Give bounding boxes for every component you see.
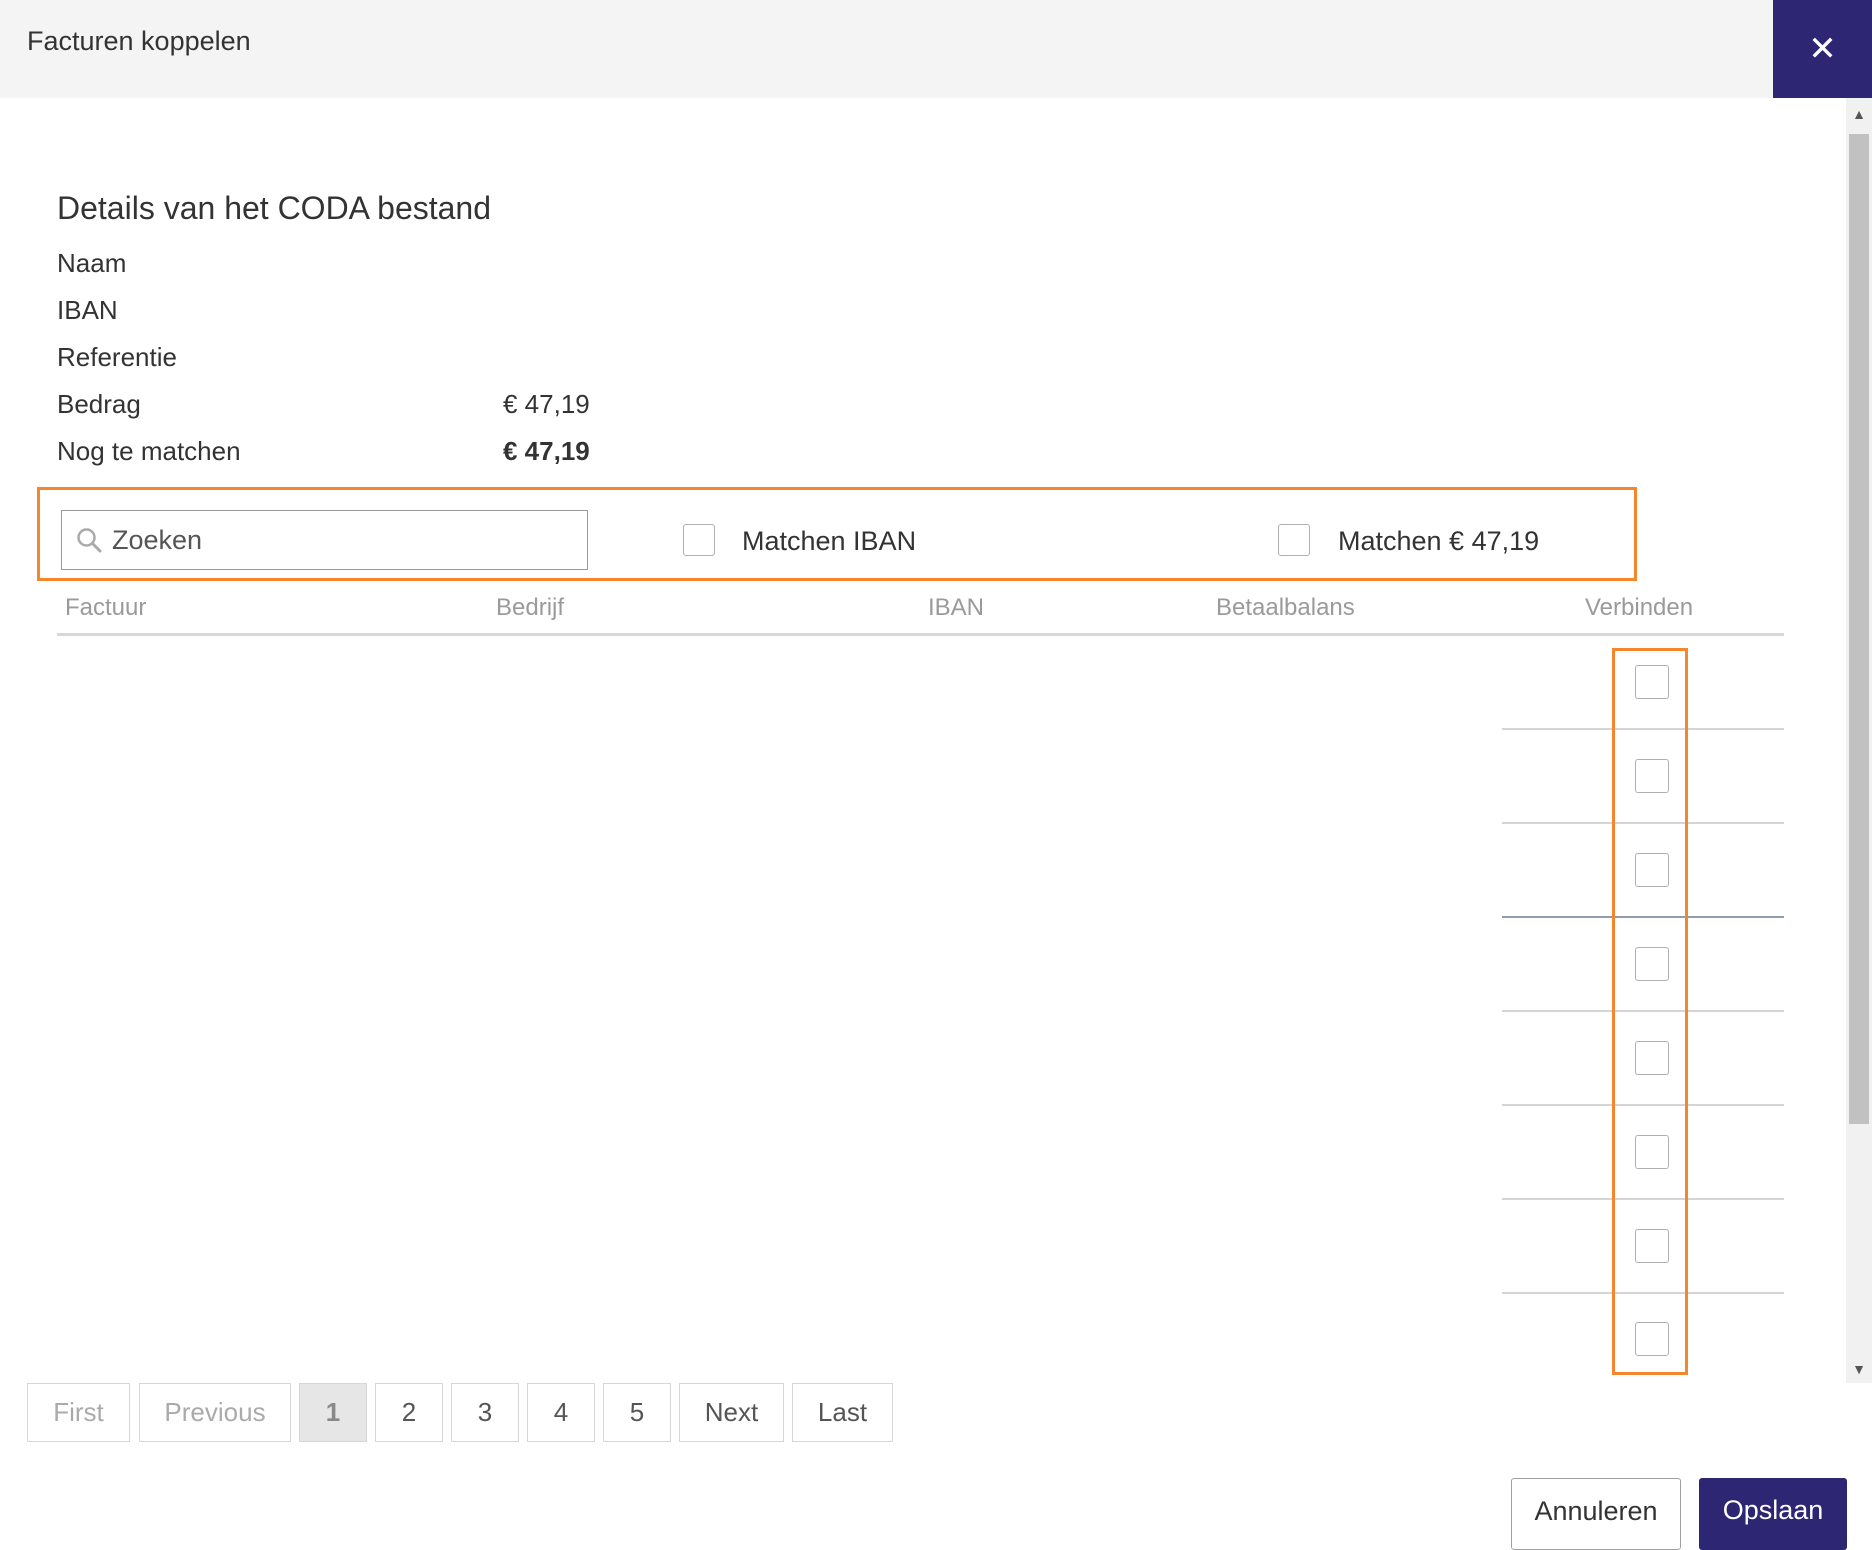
- details-title: Details van het CODA bestand: [57, 190, 492, 226]
- cancel-button[interactable]: Annuleren: [1511, 1478, 1681, 1550]
- pagination-next-button[interactable]: Next: [679, 1383, 784, 1442]
- dialog-header: Facturen koppelen ✕: [0, 0, 1872, 98]
- scrollbar[interactable]: ▲ ▼: [1846, 98, 1872, 1383]
- search-field[interactable]: [61, 510, 588, 570]
- pagination-page-5[interactable]: 5: [603, 1383, 671, 1442]
- row-connect-checkbox[interactable]: [1635, 1229, 1669, 1263]
- match-iban-checkbox[interactable]: [683, 524, 715, 556]
- detail-value: € 47,19: [503, 436, 590, 466]
- row-connect-checkbox[interactable]: [1635, 1322, 1669, 1356]
- column-header-iban[interactable]: IBAN: [928, 594, 984, 622]
- row-connect-checkbox[interactable]: [1635, 1041, 1669, 1075]
- match-amount-checkbox[interactable]: [1278, 524, 1310, 556]
- row-connect-checkbox[interactable]: [1635, 665, 1669, 699]
- row-connect-checkbox[interactable]: [1635, 947, 1669, 981]
- close-icon: ✕: [1808, 30, 1837, 68]
- scroll-thumb[interactable]: [1849, 134, 1869, 1124]
- dialog-title: Facturen koppelen: [27, 26, 251, 56]
- row-connect-checkbox[interactable]: [1635, 1135, 1669, 1169]
- pagination-page-1[interactable]: 1: [299, 1383, 367, 1442]
- table-header-divider: [57, 633, 1784, 636]
- detail-value: € 47,19: [503, 389, 590, 419]
- pagination-previous-button[interactable]: Previous: [139, 1383, 291, 1442]
- match-iban-label: Matchen IBAN: [742, 526, 917, 556]
- row-connect-checkbox[interactable]: [1635, 853, 1669, 887]
- pagination-page-4[interactable]: 4: [527, 1383, 595, 1442]
- detail-label: IBAN: [57, 295, 118, 325]
- pagination-page-2[interactable]: 2: [375, 1383, 443, 1442]
- scroll-down-arrow-icon[interactable]: ▼: [1846, 1357, 1872, 1381]
- search-icon: [77, 528, 102, 553]
- pagination-last-button[interactable]: Last: [792, 1383, 893, 1442]
- column-header-bedrijf[interactable]: Bedrijf: [496, 594, 564, 622]
- scroll-up-arrow-icon[interactable]: ▲: [1846, 102, 1872, 126]
- row-connect-checkbox[interactable]: [1635, 759, 1669, 793]
- column-header-factuur[interactable]: Factuur: [65, 594, 146, 622]
- pagination-first-button[interactable]: First: [27, 1383, 130, 1442]
- close-button[interactable]: ✕: [1773, 0, 1872, 98]
- detail-label: Naam: [57, 248, 127, 278]
- save-button[interactable]: Opslaan: [1699, 1478, 1847, 1550]
- pagination-page-3[interactable]: 3: [451, 1383, 519, 1442]
- column-header-verbinden[interactable]: Verbinden: [1585, 594, 1693, 622]
- detail-label: Bedrag: [57, 389, 141, 419]
- detail-label: Referentie: [57, 342, 177, 372]
- detail-label: Nog te matchen: [57, 436, 241, 466]
- match-amount-label: Matchen € 47,19: [1338, 526, 1540, 556]
- search-input[interactable]: [110, 519, 574, 561]
- connect-column-highlight-box: [1612, 648, 1688, 1375]
- column-header-betaalbalans[interactable]: Betaalbalans: [1216, 594, 1355, 622]
